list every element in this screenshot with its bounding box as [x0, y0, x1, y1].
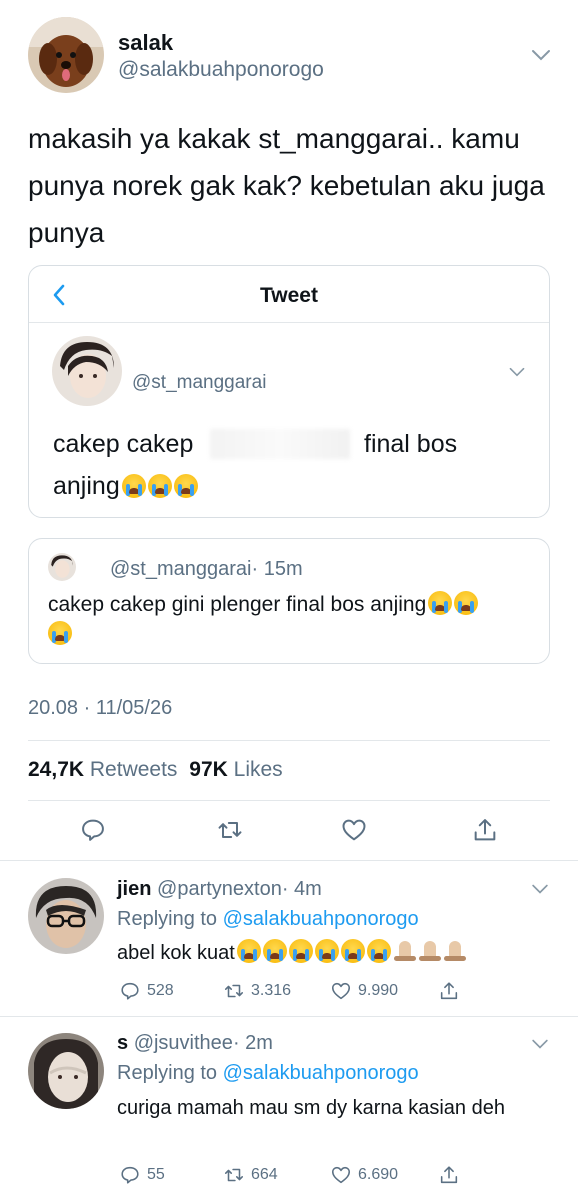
crying-emoji-icon [262, 939, 287, 963]
author-name[interactable]: salak [118, 30, 173, 56]
reply-author-name[interactable]: jien [117, 878, 151, 900]
reply-time: · 2m [232, 1032, 273, 1054]
like-count: 9.990 [358, 982, 399, 999]
praying-hands-icon [393, 940, 416, 962]
reply-reply-button[interactable]: 55 [119, 1163, 165, 1187]
crying-emoji-icon [366, 939, 391, 963]
author-handle[interactable]: @salakbuahponorogo [118, 58, 324, 82]
share-icon [440, 982, 458, 1000]
quoted-text: cakep cakep gini plenger final bos anjin… [48, 593, 427, 616]
crying-emoji-icon [428, 591, 453, 615]
more-options-chevron-icon[interactable] [530, 48, 552, 62]
embedded-text-part2: final bos [364, 430, 458, 458]
crying-emoji-icon [314, 939, 339, 963]
crying-emoji-icon [340, 939, 365, 963]
reply-avatar[interactable] [28, 878, 104, 954]
reply-time: · 4m [281, 878, 322, 900]
embedded-text-word: anjing [53, 472, 120, 500]
reply-count: 55 [147, 1166, 165, 1183]
reply-reply-button[interactable]: 528 [119, 979, 174, 1003]
divider [0, 1016, 578, 1017]
crying-emoji-icon [454, 591, 479, 615]
reply-author-handle[interactable]: @partynexton [157, 878, 282, 900]
tweet-timestamp[interactable]: 20.08 · 11/05/26 [28, 697, 172, 720]
replying-to-line: Replying to @salakbuahponorogo [117, 1062, 419, 1085]
quoted-avatar [48, 553, 76, 581]
tweet-text: makasih ya kakak st_manggarai.. kamu pun… [28, 123, 545, 248]
retweet-icon[interactable] [216, 816, 244, 844]
crying-emoji-icon [173, 474, 198, 498]
replying-label: Replying to [117, 1062, 218, 1084]
reply-avatar[interactable] [28, 1033, 104, 1109]
retweet-icon [224, 984, 244, 998]
divider [0, 860, 578, 861]
replying-to-link[interactable]: @salakbuahponorogo [223, 1062, 419, 1084]
retweet-count: 3.316 [251, 982, 292, 999]
author-avatar[interactable] [28, 17, 104, 93]
reply-header: s @jsuvithee· 2m [117, 1032, 273, 1055]
crying-emoji-icon [48, 621, 72, 645]
crying-emoji-icon [147, 474, 172, 498]
like-heart-icon [331, 982, 351, 1000]
reply-share-button[interactable] [438, 979, 466, 1003]
embedded-text-line2: anjing [53, 472, 198, 501]
embedded-chevron-icon [508, 365, 526, 377]
reply-author-name[interactable]: s [117, 1032, 128, 1054]
share-icon[interactable] [471, 816, 499, 844]
blurred-text-region [210, 429, 350, 459]
reply-icon[interactable] [79, 816, 107, 844]
reply-like-button[interactable]: 9.990 [330, 979, 398, 1003]
reply-more-chevron-icon[interactable] [530, 1037, 550, 1049]
like-heart-icon[interactable] [340, 816, 368, 844]
reply-more-chevron-icon[interactable] [530, 882, 550, 894]
embedded-avatar [52, 336, 122, 406]
crying-emoji-icon [236, 939, 261, 963]
retweet-icon [224, 1168, 244, 1182]
like-heart-icon [331, 1166, 351, 1184]
tweet-stats: 24,7K Retweets 97K Likes [28, 758, 283, 782]
quoted-text-block: cakep cakep gini plenger final bos anjin… [48, 590, 538, 650]
reply-text: curiga mamah mau sm dy karna kasian deh [117, 1097, 505, 1119]
replying-label: Replying to [117, 908, 218, 930]
reply-author-handle[interactable]: @jsuvithee [134, 1032, 233, 1054]
share-icon [440, 1166, 458, 1184]
crying-emoji-icon [288, 939, 313, 963]
quoted-handle-line: @st_manggarai· 15m [110, 558, 303, 581]
praying-hands-icon [418, 940, 441, 962]
retweets-count[interactable]: 24,7K [28, 758, 84, 781]
card-divider [29, 322, 549, 323]
reply-text: abel kok kuat [117, 942, 235, 964]
reply-count: 528 [147, 982, 174, 999]
reply-share-button[interactable] [438, 1163, 466, 1187]
reply-like-button[interactable]: 6.690 [330, 1163, 398, 1187]
crying-emoji-icon [121, 474, 146, 498]
likes-label[interactable]: Likes [234, 758, 283, 781]
praying-hands-icon [443, 940, 466, 962]
embedded-handle: @st_manggarai [132, 372, 267, 393]
reply-icon [121, 982, 139, 1000]
divider [28, 800, 550, 801]
reply-text-block: abel kok kuat [117, 938, 537, 968]
likes-count[interactable]: 97K [189, 758, 228, 781]
replying-to-link[interactable]: @salakbuahponorogo [223, 908, 419, 930]
replying-to-line: Replying to @salakbuahponorogo [117, 908, 419, 931]
reply-icon [121, 1166, 139, 1184]
quoted-time: · 15m [251, 558, 303, 580]
retweet-count: 664 [251, 1166, 278, 1183]
reply-header: jien @partynexton· 4m [117, 878, 322, 901]
divider [28, 740, 550, 741]
reply-retweet-button[interactable]: 3.316 [223, 979, 291, 1003]
card-title: Tweet [260, 284, 318, 307]
quoted-handle: @st_manggarai [110, 558, 252, 580]
reply-retweet-button[interactable]: 664 [223, 1163, 278, 1187]
like-count: 6.690 [358, 1166, 399, 1183]
embedded-text-part1: cakep cakep [53, 430, 194, 458]
retweets-label[interactable]: Retweets [90, 758, 178, 781]
